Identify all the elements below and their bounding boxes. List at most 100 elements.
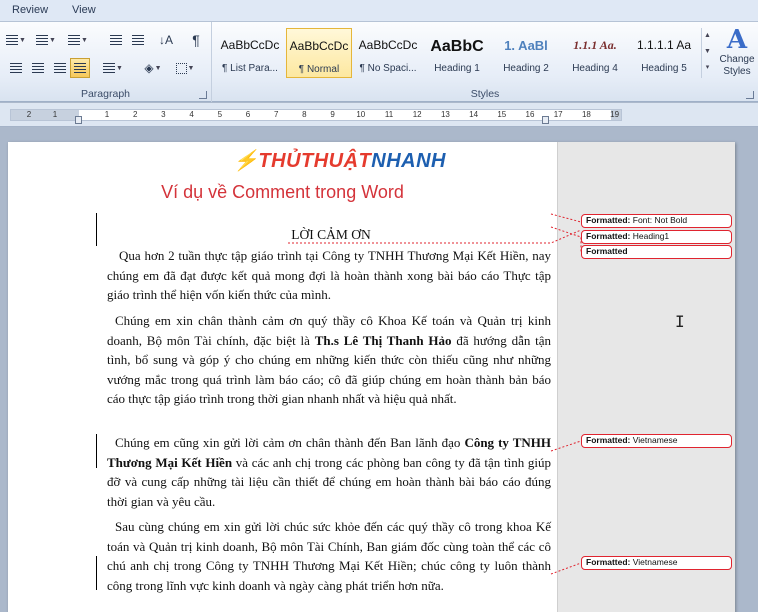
align-left-icon xyxy=(10,63,22,73)
comment-balloon-2[interactable]: Formatted: Heading1 xyxy=(581,230,732,244)
chevron-down-icon: ▼ xyxy=(81,36,88,44)
pilcrow-icon: ¶ xyxy=(192,32,200,48)
ruler-number: 9 xyxy=(330,110,335,119)
styles-group-label: Styles xyxy=(470,88,500,100)
gallery-scroll[interactable]: ▲ ▼ ▾ xyxy=(701,28,713,78)
chevron-down-icon: ▼ xyxy=(116,64,123,72)
ruler-number: 7 xyxy=(273,110,279,119)
ruler-number: 10 xyxy=(356,110,366,119)
style-tile[interactable]: 1.1.1 Aa. Heading 4 xyxy=(562,28,628,78)
align-center-button[interactable] xyxy=(28,58,48,78)
balloon-label: Formatted: xyxy=(586,231,631,241)
tab-review[interactable]: Review xyxy=(12,4,48,16)
align-right-icon xyxy=(54,63,66,73)
style-tile[interactable]: AaBbCcDc ¶ List Para... xyxy=(217,28,283,78)
style-preview: 1.1.1.1 Aa xyxy=(636,38,692,52)
paragraph-1[interactable]: Qua hơn 2 tuần thực tập giáo trình tại C… xyxy=(107,246,551,305)
styles-group: AaBbCcDc ¶ List Para... AaBbCcDc ¶ Normal Aa… xyxy=(212,22,758,102)
comment-balloon-3[interactable]: Formatted xyxy=(581,245,732,259)
paragraph-4[interactable]: Sau cùng chúng em xin gửi lời chúc sức k… xyxy=(107,517,551,595)
ruler-number: 8 xyxy=(302,110,307,119)
balloon-label: Formatted: xyxy=(586,435,631,445)
ruler-number: 11 xyxy=(384,110,394,119)
ruler-track[interactable]: 2 1 1 2 3 4 5 6 7 8 9 10 11 12 13 14 15 16 17 18 19 xyxy=(10,109,622,121)
chevron-down-icon: ▼ xyxy=(49,36,56,44)
align-right-button[interactable] xyxy=(50,58,70,78)
comment-balloon-1[interactable]: Formatted: Font: Not Bold xyxy=(581,214,732,228)
numbering-icon xyxy=(36,35,49,45)
styles-dialog-launcher-icon[interactable] xyxy=(746,91,754,99)
change-styles-label-1: Change xyxy=(719,54,755,65)
bullets-button[interactable]: ▼ xyxy=(6,30,26,50)
document-title[interactable]: LỜI CẢM ƠN xyxy=(8,227,654,243)
chevron-down-icon: ▼ xyxy=(19,36,26,44)
gallery-more-icon[interactable]: ▾ xyxy=(702,60,713,76)
comment-balloon-4[interactable]: Formatted: Vietnamese xyxy=(581,434,732,448)
line-spacing-icon xyxy=(103,63,116,73)
style-tile[interactable]: AaBbC Heading 1 xyxy=(424,28,490,78)
style-name: ¶ List Para... xyxy=(222,63,278,74)
multilevel-list-button[interactable]: ▼ xyxy=(68,30,88,50)
gallery-down-icon[interactable]: ▼ xyxy=(702,44,713,60)
style-name: ¶ Normal xyxy=(298,64,340,75)
balloon-detail: Vietnamese xyxy=(632,435,678,445)
ruler-number: 12 xyxy=(412,110,422,119)
justify-button[interactable] xyxy=(70,58,90,78)
line-spacing-button[interactable]: ▼ xyxy=(100,58,126,78)
sort-button[interactable]: ↓A xyxy=(156,30,176,50)
tab-view[interactable]: View xyxy=(72,4,96,16)
shading-button[interactable]: ◈ ▼ xyxy=(140,58,166,78)
balloon-label: Formatted xyxy=(586,246,628,256)
paragraph-3[interactable]: Chúng em cũng xin gửi lời cảm ơn chân th… xyxy=(107,433,551,511)
ruler-number: 6 xyxy=(245,110,251,119)
ruler-number: 15 xyxy=(497,110,507,119)
logo-text-b: NHANH xyxy=(371,150,446,172)
borders-button[interactable]: ▼ xyxy=(172,58,198,78)
lightning-icon: ⚡ xyxy=(233,150,259,172)
style-name: Heading 2 xyxy=(503,63,549,74)
style-preview: AaBbCcDc xyxy=(289,39,349,53)
change-styles-button[interactable]: A Change Styles xyxy=(718,26,756,86)
brand-logo: ⚡THỦTHUẬTNHANH xyxy=(233,148,446,173)
paragraph-group-label: Paragraph xyxy=(80,88,131,100)
bullets-icon xyxy=(6,35,19,45)
style-preview: AaBbC xyxy=(430,38,484,55)
increase-indent-button[interactable] xyxy=(128,30,148,50)
first-line-indent-marker[interactable] xyxy=(75,116,82,124)
ruler-number: 3 xyxy=(161,110,166,119)
horizontal-ruler[interactable]: 2 1 1 2 3 4 5 6 7 8 9 10 11 12 13 14 15 16 17 18 19 xyxy=(0,103,758,127)
change-bar xyxy=(96,434,97,468)
style-tile[interactable]: AaBbCcDc ¶ No Spaci... xyxy=(355,28,421,78)
ruler-number: 13 xyxy=(440,110,450,119)
change-styles-icon: A xyxy=(726,25,748,55)
balloon-detail: Vietnamese xyxy=(632,557,678,567)
style-tile[interactable]: AaBbCcDc ¶ Normal xyxy=(286,28,352,78)
gallery-up-icon[interactable]: ▲ xyxy=(702,28,713,44)
comment-balloon-5[interactable]: Formatted: Vietnamese xyxy=(581,556,732,570)
style-tile[interactable]: 1.1.1.1 Aa Heading 5 xyxy=(631,28,697,78)
balloon-detail: Heading1 xyxy=(632,231,670,241)
decrease-indent-button[interactable] xyxy=(106,30,126,50)
align-left-button[interactable] xyxy=(6,58,26,78)
logo-text-a: THỦTHUẬT xyxy=(258,150,372,172)
paragraph-dialog-launcher-icon[interactable] xyxy=(199,91,207,99)
sort-icon: ↓A xyxy=(158,33,173,47)
style-tile[interactable]: 1. AaBl Heading 2 xyxy=(493,28,559,78)
ruler-number: 1 xyxy=(52,110,58,119)
ruler-number: 4 xyxy=(189,110,194,119)
balloon-label: Formatted: xyxy=(586,215,631,225)
ruler-number: 2 xyxy=(132,110,138,119)
ruler-number: 18 xyxy=(581,110,591,119)
ruler-number: 19 xyxy=(610,110,620,119)
numbering-button[interactable]: ▼ xyxy=(36,30,56,50)
show-formatting-button[interactable]: ¶ xyxy=(186,30,206,50)
ribbon-tab-bar: Review View xyxy=(0,0,758,22)
style-name: Heading 5 xyxy=(641,63,687,74)
paragraph-2[interactable]: Chúng em xin chân thành cảm ơn quý thầy … xyxy=(107,311,551,409)
borders-icon xyxy=(175,62,187,74)
paragraph-2-name: Th.s Lê Thị Thanh Hảo xyxy=(314,332,452,348)
style-preview: 1.1.1 Aa. xyxy=(573,38,617,52)
right-indent-marker[interactable] xyxy=(542,116,549,124)
document-page[interactable]: ⚡THỦTHUẬTNHANH Ví dụ về Comment trong Wo… xyxy=(8,142,735,612)
paint-bucket-icon: ◈ xyxy=(144,61,154,75)
